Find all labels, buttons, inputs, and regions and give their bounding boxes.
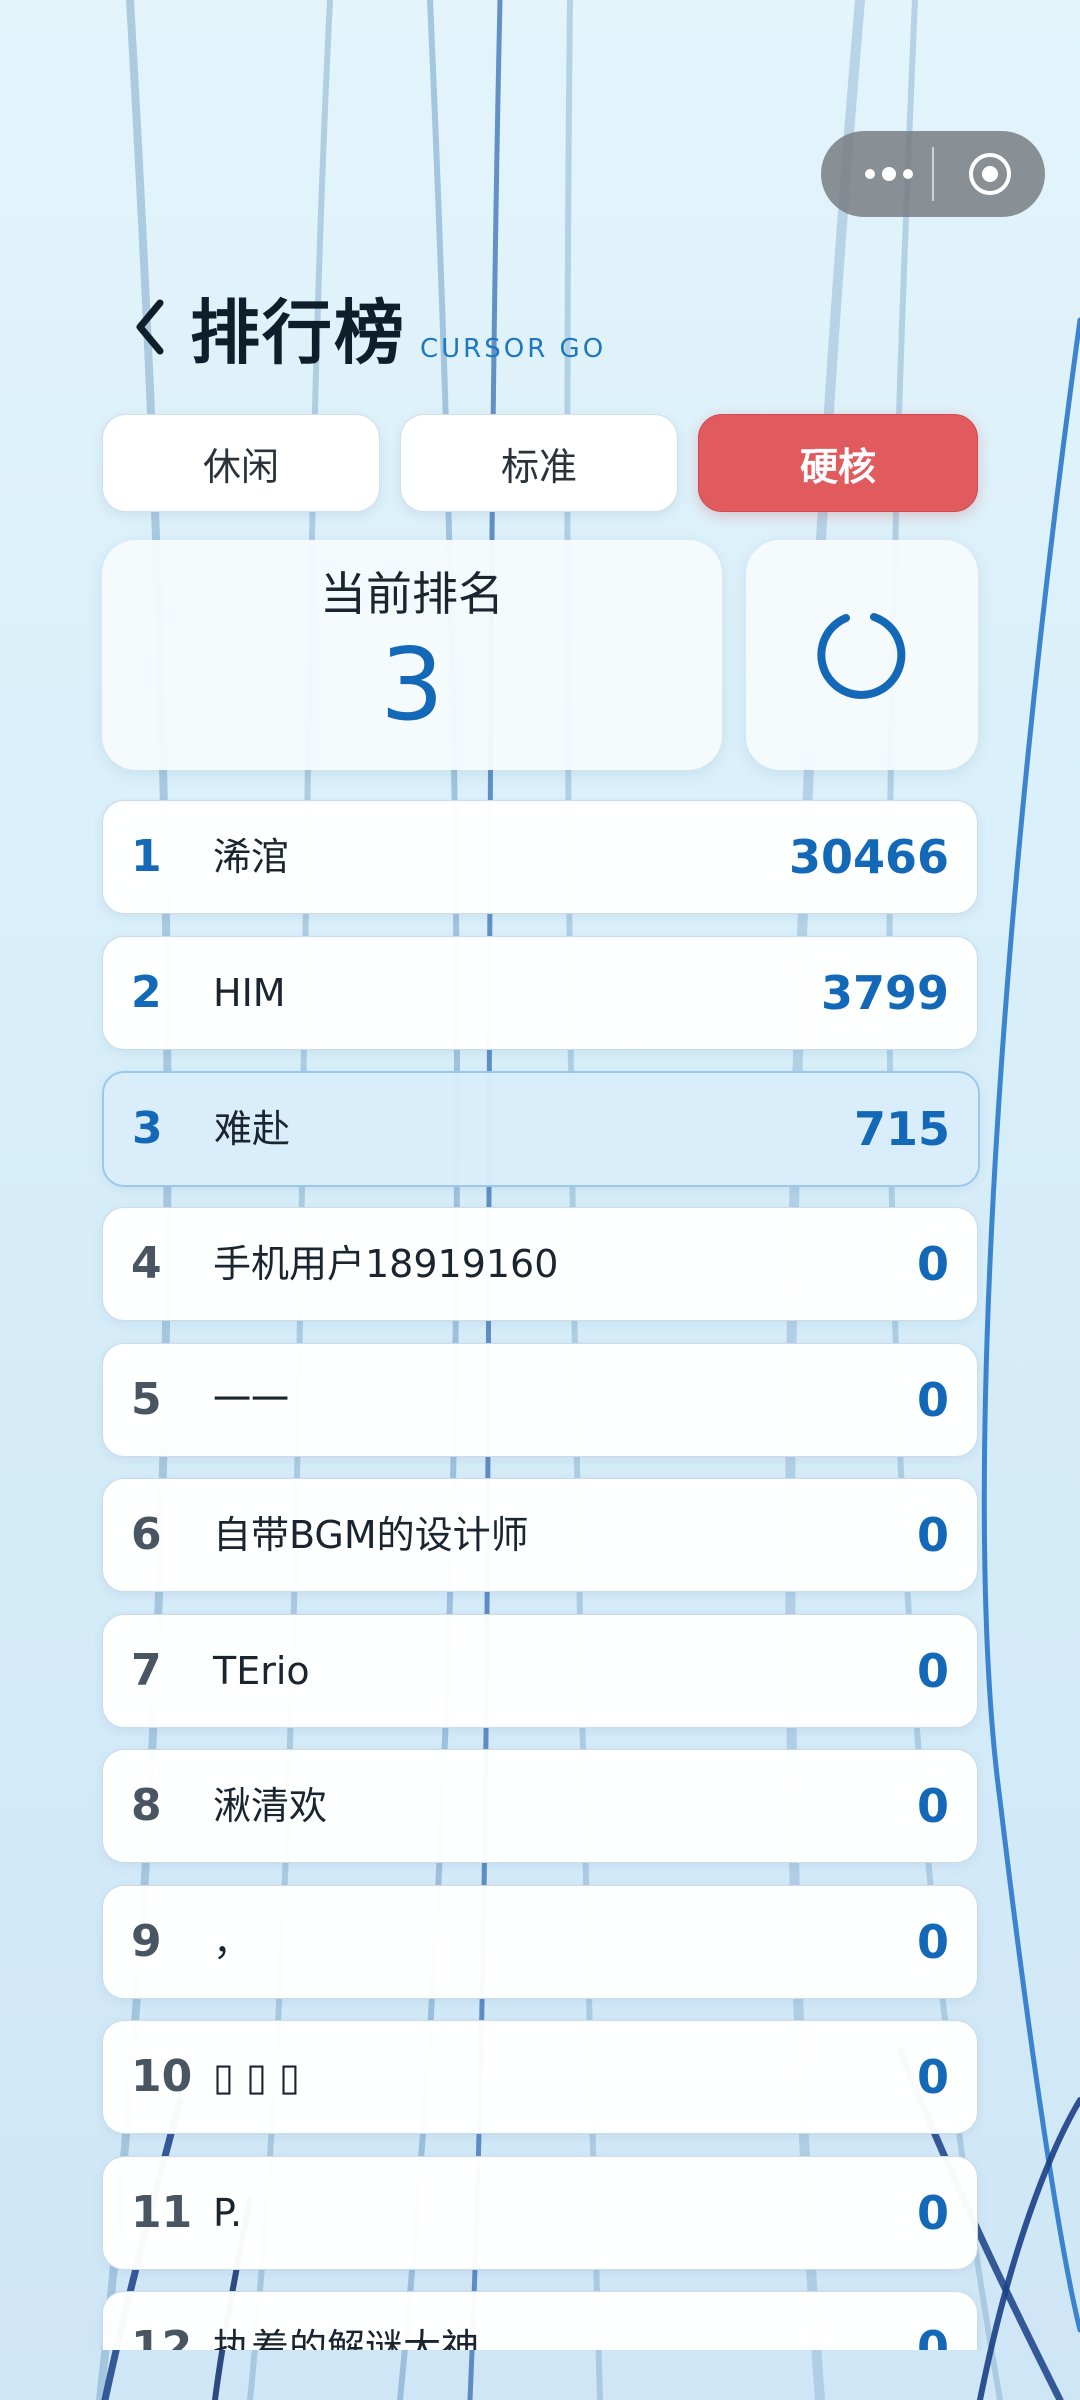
- player-score: 30466: [788, 830, 949, 884]
- list-item-current-user[interactable]: 3 难赴 715: [102, 1071, 980, 1187]
- rank-number: 7: [131, 1645, 162, 1696]
- tab-casual[interactable]: 休闲: [102, 414, 380, 512]
- target-icon[interactable]: [967, 151, 1013, 197]
- player-score: 715: [853, 1102, 950, 1156]
- player-score: 0: [916, 2321, 949, 2350]
- list-item[interactable]: 7 TErio 0: [102, 1614, 978, 1728]
- tab-hardcore[interactable]: 硬核: [698, 414, 978, 512]
- list-item[interactable]: 6 自带BGM的设计师 0: [102, 1478, 978, 1592]
- current-rank-label: 当前排名: [320, 567, 504, 621]
- list-item[interactable]: 5 一一 0: [102, 1343, 978, 1457]
- list-item[interactable]: 11 P. 0: [102, 2156, 978, 2270]
- rank-number: 11: [131, 2187, 193, 2238]
- player-name: 自带BGM的设计师: [213, 1513, 529, 1557]
- page-subtitle: CURSOR GO: [420, 334, 607, 364]
- player-name: 难赴: [214, 1107, 291, 1151]
- list-item[interactable]: 9 ， 0: [102, 1885, 978, 1999]
- player-score: 0: [916, 2186, 949, 2240]
- player-score: 0: [916, 1373, 949, 1427]
- player-score: 0: [916, 1644, 949, 1698]
- player-name: 执着的解谜大神: [213, 2326, 480, 2350]
- miniprogram-capsule: [821, 131, 1045, 217]
- rank-number: 5: [131, 1374, 162, 1425]
- page-title: 排行榜: [190, 291, 406, 374]
- rank-number: 2: [131, 967, 162, 1018]
- more-dots-icon[interactable]: [849, 131, 929, 217]
- back-button[interactable]: [120, 287, 180, 367]
- player-name: 手机用户18919160: [213, 1242, 559, 1286]
- list-item[interactable]: 4 手机用户18919160 0: [102, 1207, 978, 1321]
- list-item[interactable]: 2 HIM 3799: [102, 936, 978, 1050]
- chevron-left-icon: [136, 299, 164, 355]
- player-name: TErio: [213, 1649, 310, 1693]
- player-score: 3799: [820, 966, 949, 1020]
- list-item[interactable]: 10 ▯ ▯ ▯ 0: [102, 2020, 978, 2134]
- leaderboard-list[interactable]: 1 浠涫 30466 2 HIM 3799 3 难赴 715 4 手机用户189…: [0, 798, 1080, 2350]
- list-item[interactable]: 8 湫清欢 0: [102, 1749, 978, 1863]
- rank-number: 10: [131, 2051, 193, 2102]
- player-name: 浠涫: [213, 835, 290, 879]
- loading-ring-icon: [817, 613, 906, 699]
- player-name: P.: [213, 2191, 243, 2235]
- rank-number: 9: [131, 1916, 162, 1967]
- rank-number: 6: [131, 1509, 162, 1560]
- list-item[interactable]: 1 浠涫 30466: [102, 800, 978, 914]
- tab-standard[interactable]: 标准: [400, 414, 678, 512]
- rank-number: 4: [131, 1238, 162, 1289]
- player-score: 0: [916, 1915, 949, 1969]
- list-item[interactable]: 12 执着的解谜大神 0: [102, 2291, 978, 2350]
- player-name: ，: [213, 1920, 252, 1964]
- player-name: HIM: [213, 971, 286, 1015]
- rank-number: 8: [131, 1780, 162, 1831]
- current-rank-card: 当前排名 3: [102, 540, 722, 770]
- player-score: 0: [916, 1508, 949, 1562]
- player-score: 0: [916, 1237, 949, 1291]
- player-score: 0: [916, 2050, 949, 2104]
- loading-card: [746, 540, 978, 770]
- player-name: 湫清欢: [213, 1784, 328, 1828]
- player-name: ▯ ▯ ▯: [213, 2055, 300, 2099]
- player-score: 0: [916, 1779, 949, 1833]
- capsule-divider: [932, 147, 934, 201]
- rank-number: 12: [131, 2322, 193, 2350]
- rank-number: 3: [132, 1103, 163, 1154]
- current-rank-value: 3: [380, 626, 444, 743]
- player-name: 一一: [213, 1378, 290, 1422]
- rank-number: 1: [131, 831, 162, 882]
- page-header: 排行榜 CURSOR GO: [120, 272, 606, 382]
